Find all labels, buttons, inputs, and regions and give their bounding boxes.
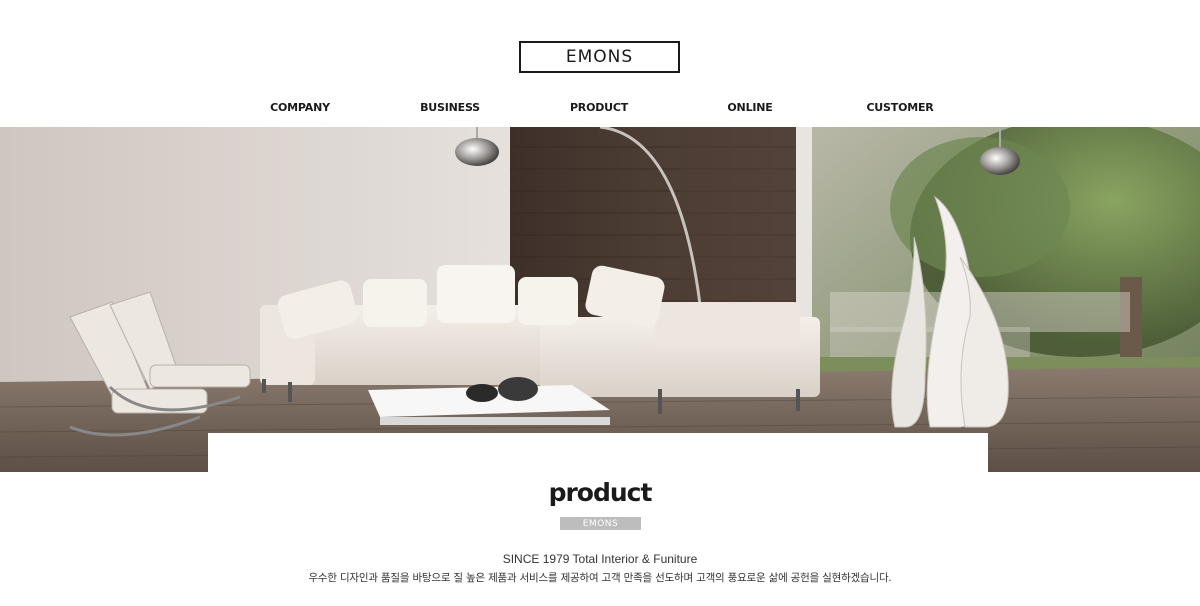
nav-item-customer[interactable]: CUSTOMER [820,100,980,116]
nav-item-online[interactable]: ONLINE [670,100,830,116]
logo-text: EMONS [565,47,634,67]
main-nav: COMPANY BUSINESS PRODUCT ONLINE CUSTOMER [0,100,1200,118]
section-title: product [548,478,653,507]
nav-item-business[interactable]: BUSINESS [370,100,530,116]
nav-item-product[interactable]: PRODUCT [519,100,679,116]
description: 우수한 디자인과 품질을 바탕으로 질 높은 제품과 서비스를 제공하여 고객 … [308,572,892,584]
site-logo[interactable]: EMONS [519,41,680,73]
brand-badge: EMONS [560,517,641,530]
since-line: SINCE 1979 Total Interior & Funiture [502,552,698,566]
hero-image [0,127,1200,472]
brand-badge-label: EMONS [582,518,619,529]
nav-item-company[interactable]: COMPANY [220,100,380,116]
